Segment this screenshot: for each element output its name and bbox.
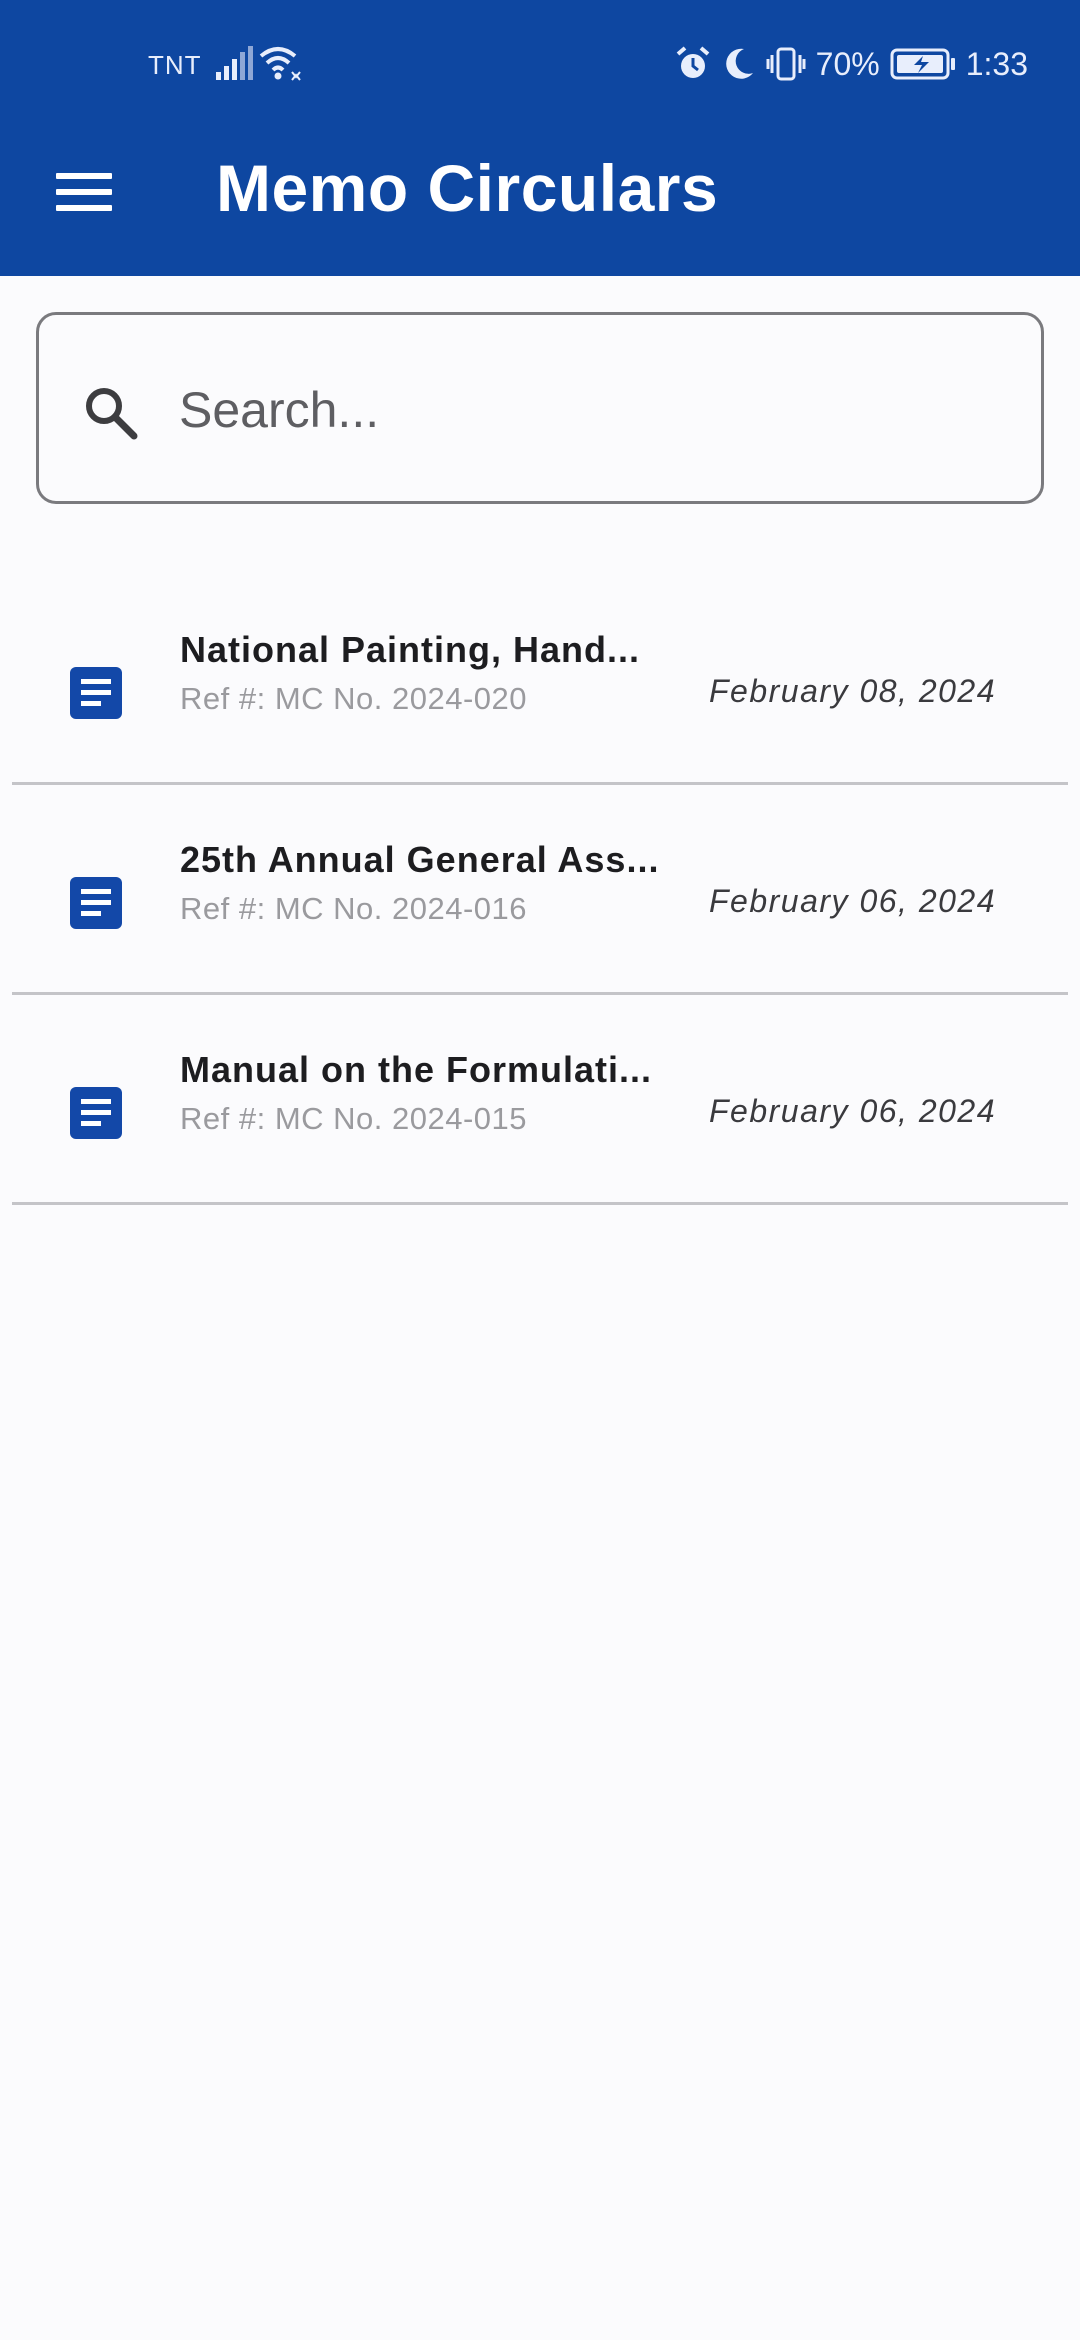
- memo-row-3[interactable]: Manual on the Formulati... Ref #: MC No.…: [12, 995, 1068, 1205]
- carrier-label: TNT: [148, 50, 202, 80]
- document-icon: [70, 1087, 122, 1139]
- memo-row-1[interactable]: National Painting, Hand... Ref #: MC No.…: [12, 573, 1068, 785]
- memo-date: February 08, 2024: [709, 673, 996, 709]
- page-title: Memo Circulars: [216, 151, 719, 225]
- memo-title: Manual on the Formulati...: [180, 1049, 653, 1090]
- battery-percent: 70%: [815, 45, 880, 82]
- hamburger-line: [56, 189, 112, 195]
- memo-title: 25th Annual General Ass...: [180, 839, 660, 880]
- signal-icon: [216, 46, 253, 80]
- menu-button[interactable]: [50, 166, 118, 218]
- app-bar: TNT 70% 1:33 Memo Circulars: [0, 0, 1080, 276]
- document-icon: [70, 667, 122, 719]
- memo-ref: Ref #: MC No. 2024-016: [180, 891, 528, 926]
- memo-date: February 06, 2024: [709, 1093, 996, 1129]
- search-input[interactable]: [179, 355, 999, 465]
- alarm-icon: [676, 46, 709, 78]
- moon-icon: [725, 48, 753, 79]
- clock: 1:33: [965, 45, 1028, 82]
- battery-charging-icon: [890, 48, 955, 80]
- memo-list: National Painting, Hand... Ref #: MC No.…: [12, 573, 1068, 1205]
- status-right-group: 70% 1:33: [674, 42, 1028, 86]
- hamburger-line: [56, 205, 112, 211]
- memo-ref: Ref #: MC No. 2024-015: [180, 1101, 528, 1136]
- memo-row-2[interactable]: 25th Annual General Ass... Ref #: MC No.…: [12, 785, 1068, 995]
- search-icon: [86, 388, 138, 440]
- document-icon: [70, 877, 122, 929]
- vibrate-icon: [766, 47, 806, 81]
- wifi-icon: [259, 47, 301, 81]
- memo-ref: Ref #: MC No. 2024-020: [180, 681, 528, 716]
- hamburger-menu-icon: [56, 173, 112, 179]
- search-box[interactable]: [36, 312, 1044, 504]
- memo-date: February 06, 2024: [709, 883, 996, 919]
- status-bar: TNT 70% 1:33: [0, 0, 1080, 134]
- memo-title: National Painting, Hand...: [180, 629, 641, 670]
